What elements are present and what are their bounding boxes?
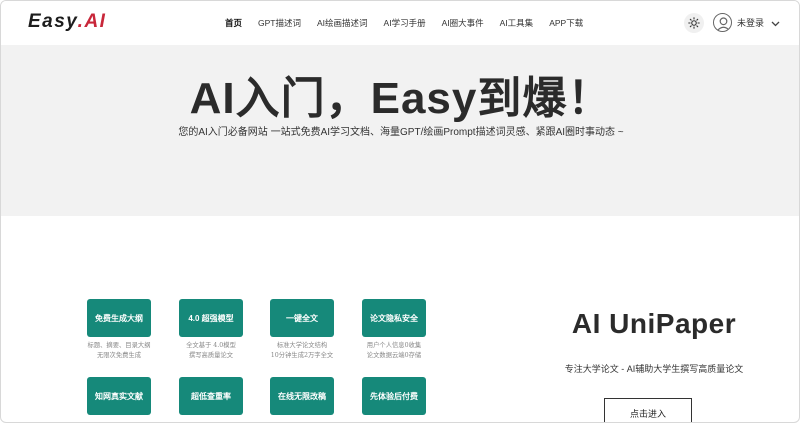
hero-title: AI入门，Easy到爆！ [189, 74, 613, 123]
feature-button[interactable]: 论文隐私安全 [362, 299, 426, 337]
feature-button[interactable]: 一键全文 [270, 299, 334, 337]
feature-desc-line: 无限次免费生成 [96, 352, 142, 359]
product-title: AI UniPaper [571, 308, 737, 339]
feature-button[interactable]: 4.0 超强模型 [179, 299, 243, 337]
feature-card[interactable]: 免费生成大纲 标题、摘要、目录大纲 无限次免费生成 [73, 299, 165, 361]
feature-card[interactable]: 一键全文 标准大学论文结构 10分钟生成2万字全文 [256, 299, 348, 361]
user-avatar-icon [713, 13, 732, 32]
login-status[interactable]: 未登录 [737, 16, 764, 29]
top-navbar: Easy.AI 首页 GPT描述词 AI绘画描述词 AI学习手册 AI圈大事件 … [1, 1, 799, 45]
sun-icon[interactable] [684, 13, 704, 33]
nav-app-download[interactable]: APP下载 [541, 17, 591, 29]
logo-text: Easy [28, 11, 78, 32]
feature-card[interactable]: 论文隐私安全 用户个人信息0收集 论文数据云端0存储 [348, 299, 440, 361]
feature-desc-line: 标准大学论文结构 [276, 342, 328, 349]
logo-accent: AI [84, 11, 107, 32]
feature-desc-line: 全文基于 4.0模型 [186, 342, 236, 349]
feature-button[interactable]: 知网真实文献 [87, 377, 151, 415]
feature-button[interactable]: 先体验后付费 [362, 377, 426, 415]
feature-desc-line: 用户个人信息0收集 [366, 342, 422, 349]
feature-desc-line: 10分钟生成2万字全文 [270, 352, 334, 359]
page-frame: Easy.AI 首页 GPT描述词 AI绘画描述词 AI学习手册 AI圈大事件 … [0, 0, 800, 423]
hero-section: AI入门，Easy到爆！ 您的AI入门必备网站 一站式免费AI学习文档、海量GP… [1, 45, 799, 216]
feature-button[interactable]: 在线无限改稿 [270, 377, 334, 415]
product-subtitle: 专注大学论文 - AI辅助大学生撰写高质量论文 [564, 364, 744, 374]
nav-ai-painting-prompts[interactable]: AI绘画描述词 [309, 17, 376, 29]
nav-gpt-prompts[interactable]: GPT描述词 [250, 17, 309, 29]
nav-ai-events[interactable]: AI圈大事件 [434, 17, 492, 29]
feature-desc-line: 撰写高质量论文 [188, 352, 234, 359]
user-menu[interactable]: 未登录 [713, 13, 780, 32]
feature-button[interactable]: 超低查重率 [179, 377, 243, 415]
feature-card[interactable]: 超低查重率 [165, 377, 257, 415]
site-logo[interactable]: Easy.AI [28, 11, 106, 33]
feature-button[interactable]: 免费生成大纲 [87, 299, 151, 337]
nav-ai-tools[interactable]: AI工具集 [492, 17, 542, 29]
feature-desc-line: 论文数据云端0存储 [366, 352, 422, 359]
feature-card[interactable]: 在线无限改稿 [256, 377, 348, 415]
nav-ai-handbook[interactable]: AI学习手册 [376, 17, 434, 29]
feature-card[interactable]: 先体验后付费 [348, 377, 440, 415]
feature-desc-line: 标题、摘要、目录大纲 [87, 342, 151, 349]
feature-card[interactable]: 4.0 超强模型 全文基于 4.0模型 撰写高质量论文 [165, 299, 257, 361]
hero-subtitle: 您的AI入门必备网站 一站式免费AI学习文档、海量GPT/绘画Prompt描述词… [178, 127, 624, 138]
chevron-down-icon[interactable] [771, 14, 780, 32]
enter-button[interactable]: 点击进入 [604, 398, 692, 422]
nav-home[interactable]: 首页 [217, 17, 250, 29]
main-nav: 首页 GPT描述词 AI绘画描述词 AI学习手册 AI圈大事件 AI工具集 AP… [217, 1, 591, 45]
feature-card[interactable]: 知网真实文献 [73, 377, 165, 415]
